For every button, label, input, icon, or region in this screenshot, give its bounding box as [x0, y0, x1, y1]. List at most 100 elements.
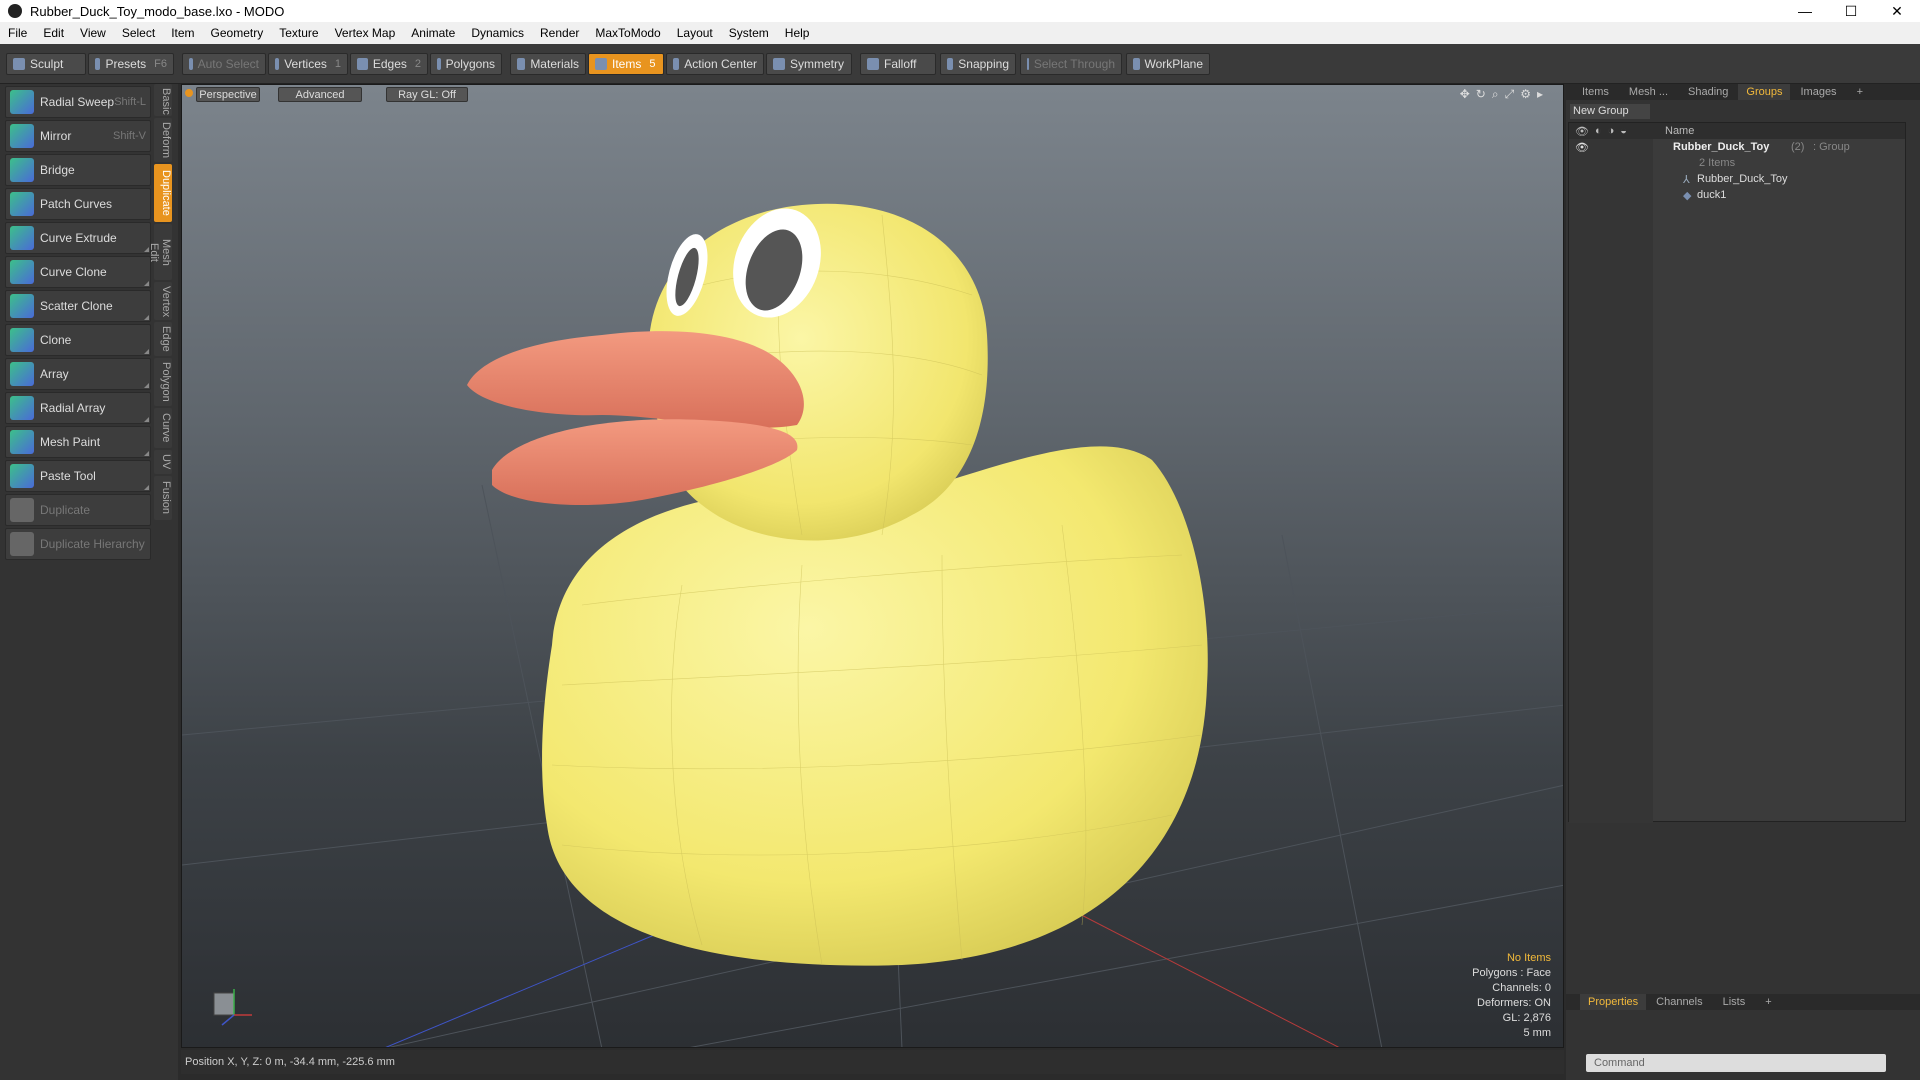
menu-edit[interactable]: Edit [35, 26, 72, 40]
tab-basic[interactable]: Basic [154, 84, 172, 116]
vertices-button[interactable]: Vertices 1 [268, 53, 348, 75]
lock-header-icon[interactable]: ◑ [1608, 125, 1615, 138]
curve-extrude-icon [10, 226, 34, 250]
clone-icon [10, 328, 34, 352]
scatter-clone-tool[interactable]: Scatter Clone [5, 290, 151, 322]
curve-extrude-tool[interactable]: Curve Extrude [5, 222, 151, 254]
tab-polygon[interactable]: Polygon [154, 358, 172, 406]
select-header-icon[interactable]: ◒ [1620, 125, 1627, 138]
close-button[interactable]: ✕ [1874, 0, 1920, 22]
right-panel: Items Mesh ... Shading Groups Images + N… [1566, 84, 1920, 1080]
tab-mesh-edit[interactable]: Mesh Edit [148, 224, 172, 280]
falloff-icon [867, 58, 879, 70]
workplane-button[interactable]: WorkPlane [1126, 53, 1210, 75]
render-header-icon[interactable]: ◐ [1595, 125, 1602, 138]
patch-curves-tool[interactable]: Patch Curves [5, 188, 151, 220]
duplicate-hierarchy-tool[interactable]: Duplicate Hierarchy [5, 528, 151, 560]
menu-maxtomodo[interactable]: MaxToModo [587, 26, 668, 40]
menu-select[interactable]: Select [114, 26, 163, 40]
tab-images[interactable]: Images [1790, 86, 1846, 98]
menu-texture[interactable]: Texture [271, 26, 326, 40]
falloff-button[interactable]: Falloff [860, 53, 936, 75]
edges-icon [357, 58, 368, 70]
tab-uv[interactable]: UV [154, 450, 172, 474]
maximize-button[interactable]: ☐ [1828, 0, 1874, 22]
presets-icon [95, 58, 101, 70]
symmetry-button[interactable]: Symmetry [766, 53, 852, 75]
sculpt-icon [13, 58, 25, 70]
menu-layout[interactable]: Layout [669, 26, 721, 40]
window-title: Rubber_Duck_Toy_modo_base.lxo - MODO [30, 3, 285, 19]
tab-curve[interactable]: Curve [154, 408, 172, 448]
tool-panel: Radial Sweep Shift-L Mirror Shift-V Bridge… [0, 84, 178, 1080]
mesh-paint-icon [10, 430, 34, 454]
add-panel-icon[interactable]: + [1755, 996, 1781, 1008]
paste-tool[interactable]: Paste Tool [5, 460, 151, 492]
menu-view[interactable]: View [72, 26, 114, 40]
auto-select-button[interactable]: Auto Select [182, 53, 266, 75]
sculpt-button[interactable]: Sculpt [6, 53, 86, 75]
group-row[interactable]: 👁 Rubber_Duck_Toy (2) : Group [1569, 139, 1905, 155]
tab-channels[interactable]: Channels [1646, 996, 1712, 1008]
minimize-button[interactable]: — [1782, 0, 1828, 22]
status-channels: Channels: 0 [1492, 982, 1551, 994]
tab-properties[interactable]: Properties [1580, 994, 1647, 1010]
tab-mesh[interactable]: Mesh ... [1619, 86, 1678, 98]
tab-shading[interactable]: Shading [1678, 86, 1738, 98]
menu-item[interactable]: Item [163, 26, 202, 40]
tab-edge[interactable]: Edge [154, 322, 172, 356]
action-center-icon [673, 58, 680, 70]
tab-vertex[interactable]: Vertex [154, 282, 172, 320]
menu-dynamics[interactable]: Dynamics [463, 26, 532, 40]
radial-array-tool[interactable]: Radial Array [5, 392, 151, 424]
tab-duplicate[interactable]: Duplicate [154, 164, 172, 222]
mesh-icon: ◆ [1683, 189, 1692, 202]
snapping-button[interactable]: Snapping [940, 53, 1016, 75]
curve-clone-tool[interactable]: Curve Clone [5, 256, 151, 288]
clone-tool[interactable]: Clone [5, 324, 151, 356]
menu-vertex-map[interactable]: Vertex Map [327, 26, 404, 40]
menu-render[interactable]: Render [532, 26, 587, 40]
visibility-toggle-icon[interactable]: 👁 [1575, 141, 1589, 154]
menu-help[interactable]: Help [777, 26, 818, 40]
duplicate-tool[interactable]: Duplicate [5, 494, 151, 526]
items-icon [595, 58, 607, 70]
new-group-button[interactable]: New Group [1570, 104, 1650, 119]
tab-items[interactable]: Items [1566, 86, 1619, 98]
tab-fusion[interactable]: Fusion [154, 476, 172, 520]
menu-geometry[interactable]: Geometry [203, 26, 272, 40]
tab-lists[interactable]: Lists [1713, 996, 1756, 1008]
bridge-tool[interactable]: Bridge [5, 154, 151, 186]
3d-viewport[interactable]: Perspective Advanced Ray GL: Off ✥ ↻ ⌕ ⤢… [181, 84, 1564, 1048]
add-tab-icon[interactable]: + [1847, 86, 1873, 98]
paste-tool-icon [10, 464, 34, 488]
status-polygons: Polygons : Face [1472, 967, 1551, 979]
polygons-button[interactable]: Polygons [430, 53, 502, 75]
menu-animate[interactable]: Animate [403, 26, 463, 40]
group-type: : Group [1813, 141, 1850, 153]
visibility-header-icon[interactable]: 👁 [1575, 125, 1589, 138]
mesh-paint-tool[interactable]: Mesh Paint [5, 426, 151, 458]
edges-button[interactable]: Edges 2 [350, 53, 428, 75]
radial-sweep-tool[interactable]: Radial Sweep Shift-L [5, 86, 151, 118]
main-toolbar: Sculpt Presets F6 Auto Select Vertices 1 E… [0, 44, 1920, 84]
radial-sweep-icon [10, 90, 34, 114]
materials-button[interactable]: Materials [510, 53, 586, 75]
mirror-tool[interactable]: Mirror Shift-V [5, 120, 151, 152]
items-button[interactable]: Items 5 [588, 53, 664, 75]
tree-item-row[interactable]: ◆ duck1 [1569, 187, 1905, 203]
array-tool[interactable]: Array [5, 358, 151, 390]
menu-file[interactable]: File [0, 26, 35, 40]
tab-deform[interactable]: Deform [154, 118, 172, 162]
status-selection: No Items [1506, 952, 1551, 964]
tab-groups[interactable]: Groups [1738, 84, 1791, 100]
tree-header: 👁 ◐ ◑ ◒ Name [1569, 123, 1905, 139]
select-through-button[interactable]: Select Through [1020, 53, 1122, 75]
menu-system[interactable]: System [721, 26, 777, 40]
action-center-button[interactable]: Action Center [666, 53, 764, 75]
rubber-duck-model[interactable] [467, 196, 1208, 966]
command-input[interactable]: Command [1586, 1054, 1886, 1072]
modo-logo-icon [8, 4, 22, 18]
presets-button[interactable]: Presets F6 [88, 53, 174, 75]
tree-item-row[interactable]: ⅄ Rubber_Duck_Toy [1569, 171, 1905, 187]
